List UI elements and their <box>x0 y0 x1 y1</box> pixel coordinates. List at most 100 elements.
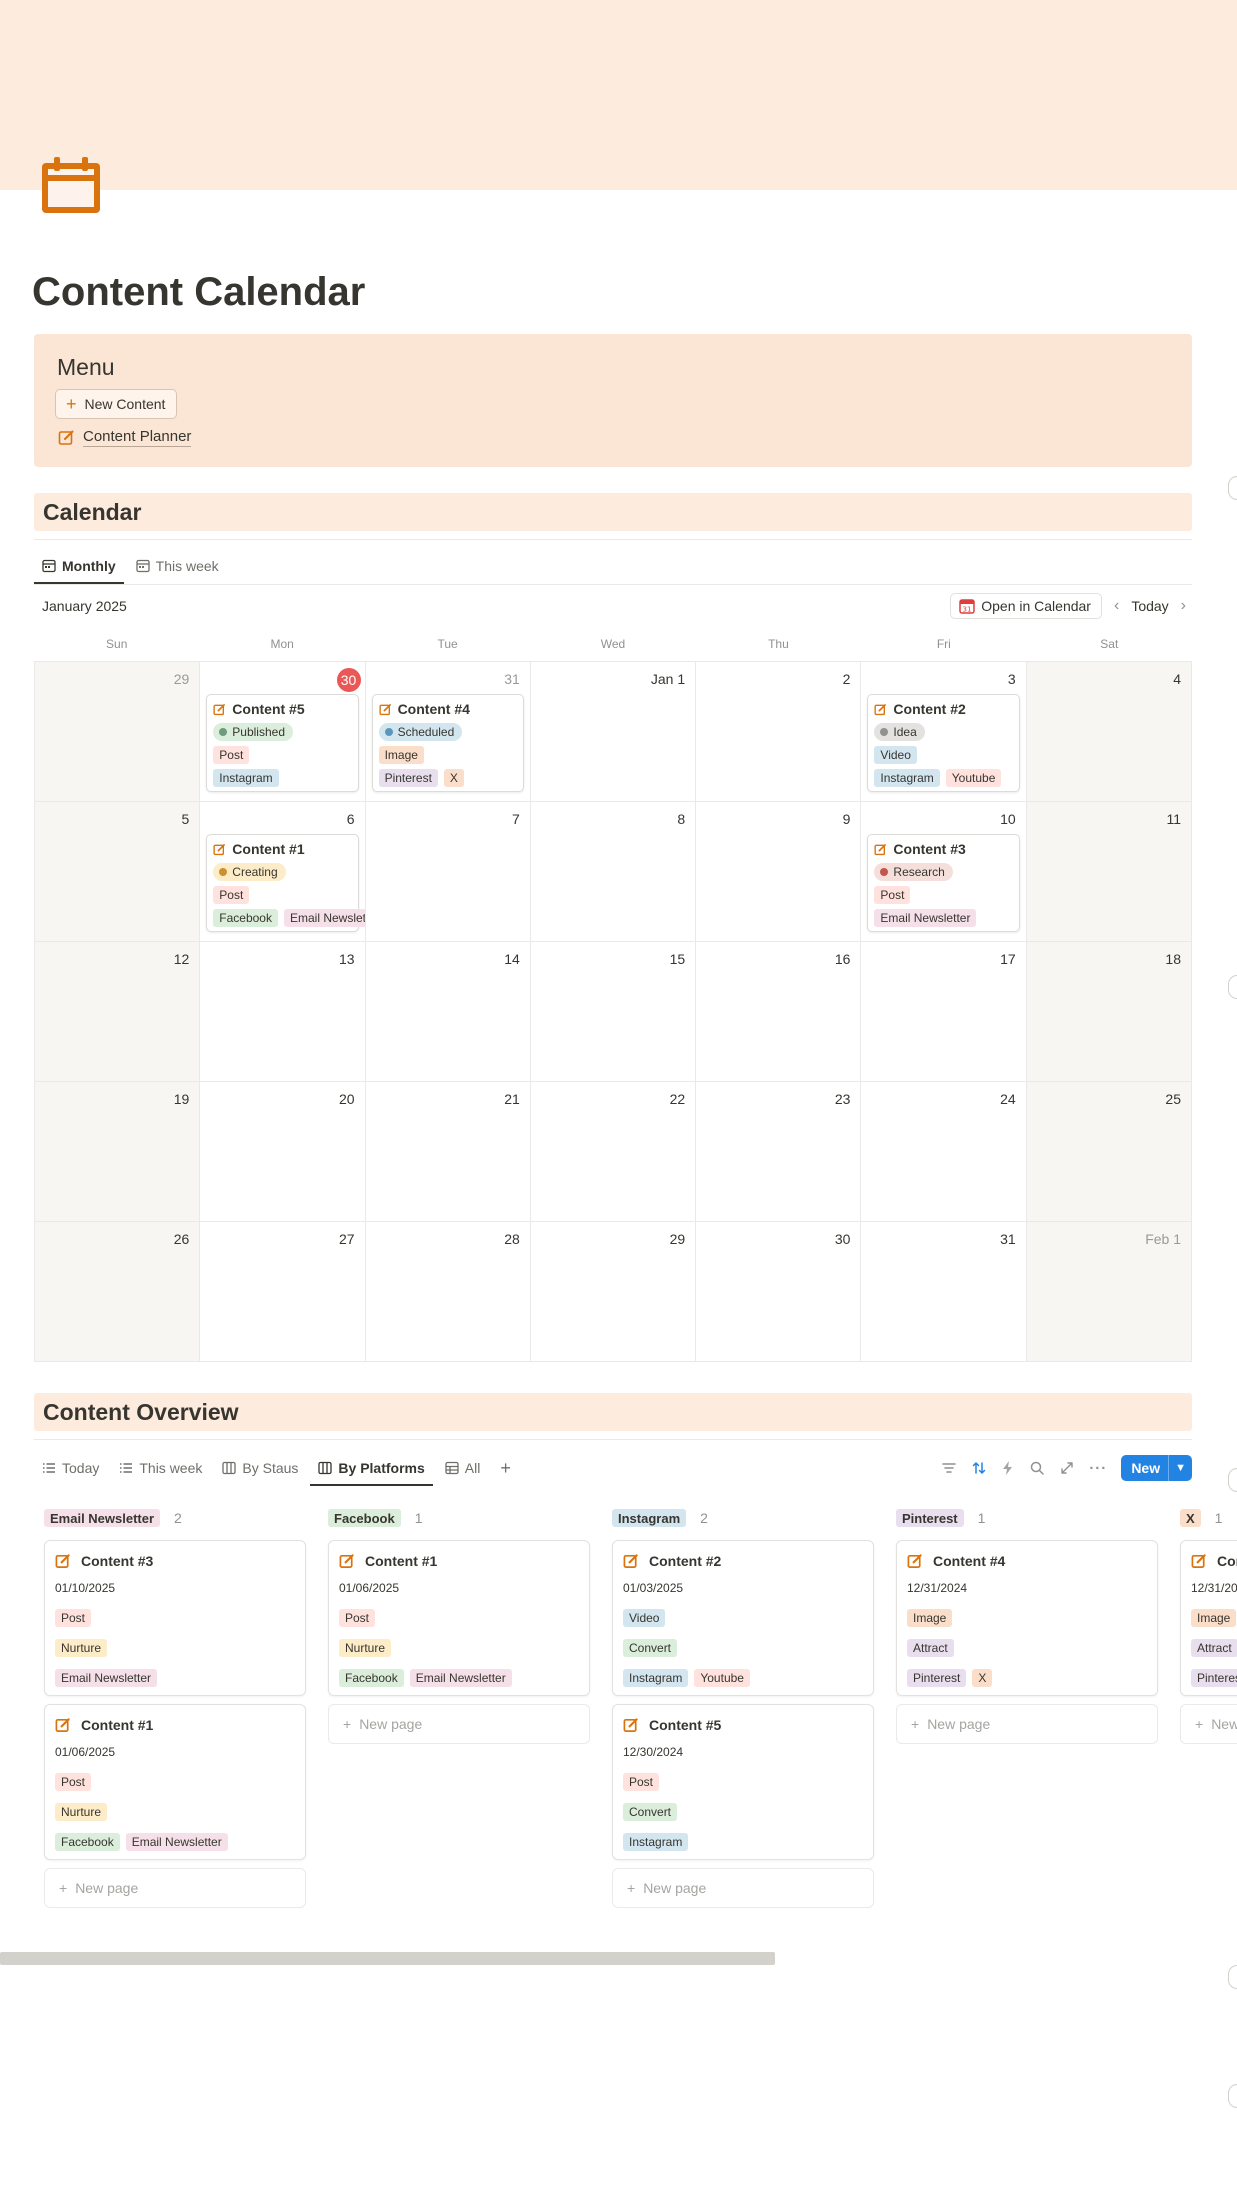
search-icon[interactable] <box>1029 1460 1045 1476</box>
overview-heading: Content Overview <box>34 1393 1192 1431</box>
board-card[interactable]: Content #3 01/10/2025 Post Nurture Email New… <box>44 1540 306 1696</box>
calendar-day[interactable]: 10 Content #3 Research Post Email Newsletter <box>861 802 1027 942</box>
card-platform-row: Instagram Youtube <box>623 1669 863 1687</box>
kanban-board: Email Newsletter 2 Content #3 01/10/2025 Pos… <box>34 1500 1237 1950</box>
calendar-event[interactable]: Content #5 Published Post Instagram <box>206 694 359 792</box>
edit-icon <box>213 703 226 715</box>
lightning-icon[interactable] <box>1001 1460 1015 1476</box>
board-card[interactable]: Content #4 12/31/2024 Image Attract Pinteres… <box>1180 1540 1237 1696</box>
new-button[interactable]: New ▼ <box>1121 1455 1192 1481</box>
side-handle[interactable] <box>1228 1965 1237 1989</box>
new-content-button[interactable]: + New Content <box>55 389 178 419</box>
calendar-day[interactable]: 29 <box>35 662 201 802</box>
column-header[interactable]: Facebook 1 <box>322 1500 588 1536</box>
calendar-icon[interactable] <box>40 155 102 215</box>
calendar-day[interactable]: Jan 1 <box>530 662 697 802</box>
side-handle[interactable] <box>1228 2084 1237 2108</box>
new-page-button[interactable]: + New page <box>1180 1704 1237 1744</box>
event-platform-row: Email Newsletter <box>874 909 1012 927</box>
content-planner-link[interactable]: Content Planner <box>58 428 192 447</box>
calendar-day[interactable]: 3 Content #2 Idea Video Instagram Youtube <box>861 662 1027 802</box>
tab-by-staus[interactable]: By Staus <box>214 1450 306 1486</box>
event-type-row: Image <box>378 746 517 764</box>
more-icon[interactable]: ··· <box>1089 1460 1107 1477</box>
tab-this-week[interactable]: This week <box>111 1450 210 1486</box>
day-number: 28 <box>504 1231 520 1247</box>
calendar-day[interactable]: 28 <box>365 1222 531 1362</box>
calendar-day[interactable]: 11 <box>1026 802 1192 942</box>
day-number: 16 <box>834 951 851 967</box>
column-header[interactable]: Instagram 2 <box>606 1500 872 1536</box>
calendar-day[interactable]: 22 <box>530 1082 697 1222</box>
calendar-day[interactable]: 25 <box>1026 1082 1192 1222</box>
new-page-button[interactable]: + New page <box>44 1868 306 1908</box>
calendar-day[interactable]: 6 Content #1 Creating Post Facebook Email New… <box>200 802 366 942</box>
tab-monthly[interactable]: Monthly <box>34 548 124 584</box>
horizontal-scrollbar[interactable] <box>0 1952 775 1965</box>
day-number: 2 <box>842 671 851 687</box>
add-view-icon[interactable]: + <box>492 1450 519 1486</box>
chevron-right-icon[interactable]: › <box>1181 597 1186 615</box>
column-header[interactable]: Pinterest 1 <box>890 1500 1156 1536</box>
calendar-day[interactable]: 9 <box>696 802 862 942</box>
column-header[interactable]: X1 <box>1174 1500 1237 1536</box>
calendar-day[interactable]: 26 <box>35 1222 201 1362</box>
side-handle[interactable] <box>1228 1468 1237 1492</box>
calendar-day[interactable]: 4 <box>1026 662 1192 802</box>
board-card[interactable]: Content #1 01/06/2025 Post Nurture Facebook E… <box>44 1704 306 1860</box>
board-card[interactable]: Content #1 01/06/2025 Post Nurture Facebook E… <box>328 1540 590 1696</box>
calendar-day[interactable]: 21 <box>365 1082 531 1222</box>
calendar-day[interactable]: 31 Content #4 Scheduled Image Pinterest X <box>365 662 531 802</box>
calendar-day[interactable]: 14 <box>365 942 531 1082</box>
column-header[interactable]: Email Newsletter 2 <box>38 1500 304 1536</box>
calendar-event[interactable]: Content #1 Creating Post Facebook Email News… <box>206 834 365 932</box>
calendar-day[interactable]: 15 <box>530 942 697 1082</box>
new-page-button[interactable]: + New page <box>612 1868 874 1908</box>
calendar-day[interactable]: 13 <box>200 942 366 1082</box>
calendar-day[interactable]: 19 <box>35 1082 201 1222</box>
board-card[interactable]: Content #4 12/31/2024 Image Attract Pinteres… <box>896 1540 1158 1696</box>
table-icon <box>445 1461 459 1475</box>
side-handle[interactable] <box>1228 975 1237 999</box>
calendar-day[interactable]: 27 <box>200 1222 366 1362</box>
filter-icon[interactable] <box>941 1460 957 1476</box>
card-title-text: Content #3 <box>81 1553 154 1569</box>
calendar-day[interactable]: 20 <box>200 1082 366 1222</box>
board-card[interactable]: Content #2 01/03/2025 Video Convert Instagra… <box>612 1540 874 1696</box>
event-type-row: Post <box>213 746 351 764</box>
calendar-day[interactable]: 17 <box>861 942 1027 1082</box>
calendar-day[interactable]: 8 <box>530 802 697 942</box>
calendar-day[interactable]: 18 <box>1026 942 1192 1082</box>
tab-all[interactable]: All <box>437 1450 489 1486</box>
open-in-calendar-button[interactable]: 31 Open in Calendar <box>950 593 1102 619</box>
calendar-event[interactable]: Content #2 Idea Video Instagram Youtube <box>867 694 1020 792</box>
chevron-down-icon[interactable]: ▼ <box>1169 1462 1192 1474</box>
calendar-day[interactable]: 16 <box>696 942 862 1082</box>
edit-icon <box>874 703 887 715</box>
calendar-day[interactable]: 5 <box>35 802 201 942</box>
side-handle[interactable] <box>1228 476 1237 500</box>
calendar-event[interactable]: Content #4 Scheduled Image Pinterest X <box>371 694 524 792</box>
tab-by-platforms[interactable]: By Platforms <box>310 1450 434 1486</box>
board-card[interactable]: Content #5 12/30/2024 Post Convert Instagram <box>612 1704 874 1860</box>
calendar-day[interactable]: 29 <box>530 1222 697 1362</box>
new-page-button[interactable]: + New page <box>896 1704 1158 1744</box>
calendar-day[interactable]: 23 <box>696 1082 862 1222</box>
tab-today[interactable]: Today <box>34 1450 107 1486</box>
today-button[interactable]: Today <box>1131 598 1168 614</box>
calendar-day[interactable]: 24 <box>861 1082 1027 1222</box>
expand-icon[interactable] <box>1059 1460 1075 1476</box>
calendar-day[interactable]: 12 <box>35 942 201 1082</box>
calendar-day[interactable]: 2 <box>696 662 862 802</box>
calendar-day[interactable]: 7 <box>365 802 531 942</box>
calendar-day[interactable]: Feb 1 <box>1026 1222 1192 1362</box>
tab-this-week[interactable]: This week <box>128 548 227 584</box>
calendar-day[interactable]: 30 Content #5 Published Post Instagram <box>200 662 366 802</box>
calendar-day[interactable]: 30 <box>696 1222 862 1362</box>
board-column: Pinterest 1 Content #4 12/31/2024 Image Attra… <box>890 1500 1158 1752</box>
calendar-day[interactable]: 31 <box>861 1222 1027 1362</box>
calendar-event[interactable]: Content #3 Research Post Email Newsletter <box>867 834 1020 932</box>
new-page-button[interactable]: + New page <box>328 1704 590 1744</box>
chevron-left-icon[interactable]: ‹ <box>1114 597 1119 615</box>
sort-icon[interactable] <box>971 1460 987 1476</box>
